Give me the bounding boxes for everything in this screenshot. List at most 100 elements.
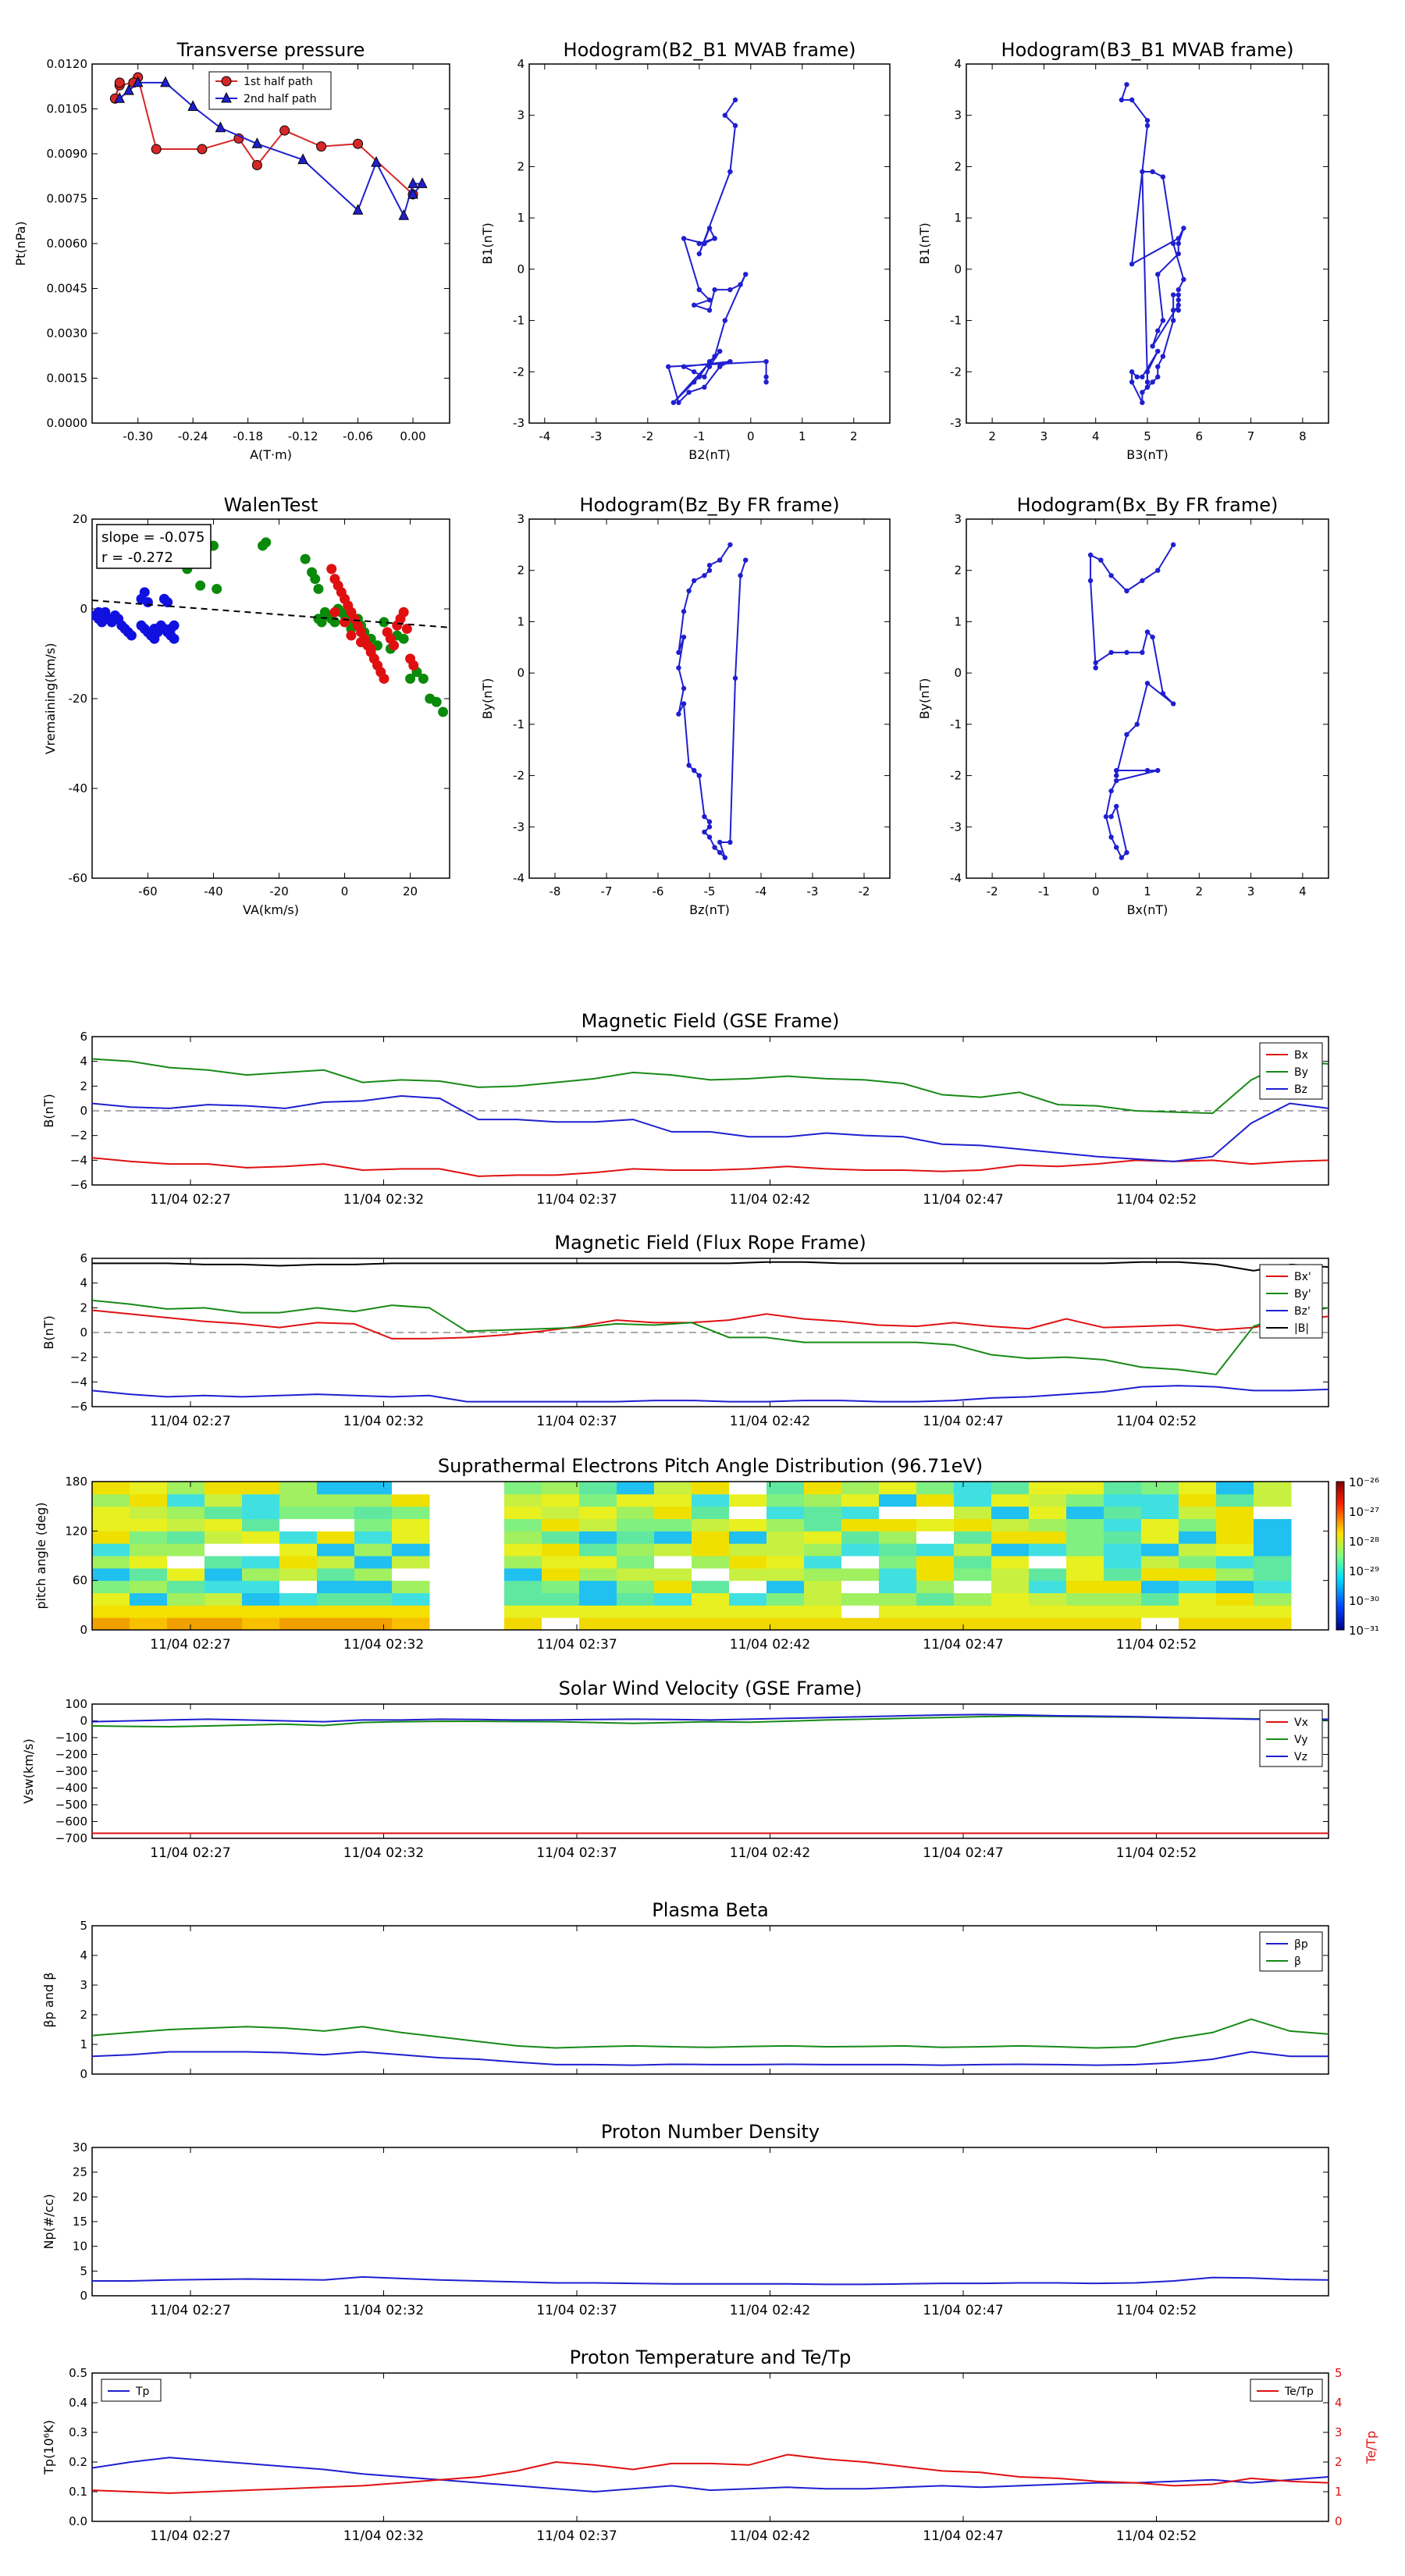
heatmap-cell (767, 1506, 805, 1519)
heatmap-cell (392, 1493, 430, 1507)
legend-label: Bx (1294, 1049, 1308, 1062)
heatmap-cell (1141, 1506, 1179, 1519)
heatmap-cell (767, 1617, 805, 1631)
heatmap-cell (1179, 1592, 1217, 1606)
time-tick-label: 11/04 02:47 (923, 1637, 1003, 1653)
heatmap-cell (504, 1567, 542, 1582)
chart-title: Solar Wind Velocity (GSE Frame) (559, 1678, 863, 1699)
legend-label: 1st half path (244, 76, 313, 88)
chart-h4: -4 -3 -2 -1 0 1 2 3 -2 -1 0 1 2 3 4 Hodogram(Bx_By FR f… (917, 494, 1329, 917)
heatmap-cell (1029, 1580, 1067, 1593)
heatmap-cell (954, 1506, 992, 1519)
heatmap-cell (92, 1567, 130, 1582)
heatmap-cell (692, 1567, 730, 1582)
data-point (1124, 849, 1129, 856)
y-axis-label: By(nT) (480, 678, 495, 720)
data-point (1150, 379, 1155, 385)
scatter-point (300, 553, 311, 564)
data-point (1176, 240, 1181, 247)
heatmap-cell (92, 1556, 130, 1569)
heatmap-cell (92, 1518, 130, 1532)
heatmap-cell (242, 1567, 280, 1582)
data-point (1124, 649, 1129, 656)
y-tick-label: 3 (954, 512, 962, 526)
heatmap-cell (654, 1482, 692, 1495)
x-tick-label: -8 (550, 884, 561, 898)
legend-label: Tp (135, 2386, 150, 2398)
scatter-point (261, 537, 272, 548)
heatmap-cell (1141, 1531, 1179, 1544)
heatmap-cell (579, 1556, 617, 1569)
data-point (1140, 578, 1145, 584)
data-point (1129, 379, 1135, 385)
heatmap-cell (1029, 1543, 1067, 1557)
y-tick-label: -20 (69, 692, 88, 706)
heatmap-cell (1066, 1518, 1104, 1532)
heatmap-cell (1066, 1482, 1104, 1495)
y-tick-label: 1 (80, 2037, 87, 2051)
data-point (763, 379, 769, 385)
heatmap-cell (1141, 1493, 1179, 1507)
heatmap-cell (729, 1543, 767, 1557)
figure-canvas: 0.00000.00150.00300.00450.00600.00750.00… (13, 39, 1379, 2544)
heatmap-cell (954, 1493, 992, 1507)
scatter-point (126, 630, 137, 641)
heatmap-cell (729, 1506, 767, 1519)
heatmap-cell (167, 1567, 205, 1582)
y-tick-label: −2 (70, 1350, 87, 1364)
heatmap-cell (841, 1493, 880, 1507)
data-point (1150, 634, 1155, 640)
heatmap-cell (279, 1518, 318, 1532)
data-point (221, 76, 232, 87)
scatter-point (326, 564, 337, 575)
x-tick-label: 3 (1040, 429, 1048, 443)
time-tick-label: 11/04 02:47 (923, 2528, 1003, 2544)
heatmap-cell (1029, 1556, 1067, 1569)
heatmap-cell (991, 1617, 1030, 1631)
y-tick-label: 4 (80, 1055, 87, 1069)
data-point (1170, 318, 1176, 323)
heatmap-cell (1179, 1580, 1217, 1593)
data-point (1160, 691, 1166, 696)
data-point (1108, 788, 1114, 794)
data-point (1176, 292, 1181, 297)
scatter-point (212, 583, 222, 594)
heatmap-cell (692, 1518, 730, 1532)
heatmap-cell (1066, 1580, 1104, 1593)
y-tick-label: 0 (80, 1623, 87, 1637)
data-point (692, 379, 697, 385)
heatmap-cell (1254, 1556, 1292, 1569)
heatmap-cell (617, 1567, 655, 1582)
heatmap-cell (1029, 1567, 1067, 1582)
y-tick-label: 120 (65, 1524, 87, 1538)
data-point (1160, 318, 1166, 323)
heatmap-cell (916, 1543, 955, 1557)
time-tick-label: 11/04 02:32 (343, 1845, 424, 1861)
scatter-point (418, 673, 429, 684)
heatmap-cell (130, 1482, 168, 1495)
heatmap-cell (92, 1592, 130, 1606)
heatmap-cell (841, 1482, 880, 1495)
heatmap-cell (1254, 1592, 1292, 1606)
time-tick-label: 11/04 02:52 (1116, 2303, 1197, 2318)
heatmap-cell (504, 1493, 542, 1507)
heatmap-cell (916, 1580, 955, 1593)
legend-label: By' (1294, 1288, 1311, 1300)
heatmap-cell (841, 1580, 880, 1593)
heatmap-cell (167, 1493, 205, 1507)
heatmap-cell (617, 1531, 655, 1544)
y-tick-label: -4 (950, 871, 962, 885)
heatmap-cell (692, 1531, 730, 1544)
series-line (1090, 544, 1174, 859)
heatmap-cell (167, 1556, 205, 1569)
time-tick-label: 11/04 02:47 (923, 1192, 1003, 1208)
heatmap-cell (92, 1543, 130, 1557)
data-point (763, 374, 769, 380)
heatmap-cell (392, 1482, 430, 1495)
data-point (1114, 845, 1119, 850)
x-tick-label: -1 (1038, 884, 1050, 898)
time-tick-label: 11/04 02:42 (730, 1845, 810, 1861)
time-tick-label: 11/04 02:27 (150, 1637, 230, 1653)
heatmap-cell (130, 1493, 168, 1507)
heatmap-cell (579, 1605, 617, 1618)
